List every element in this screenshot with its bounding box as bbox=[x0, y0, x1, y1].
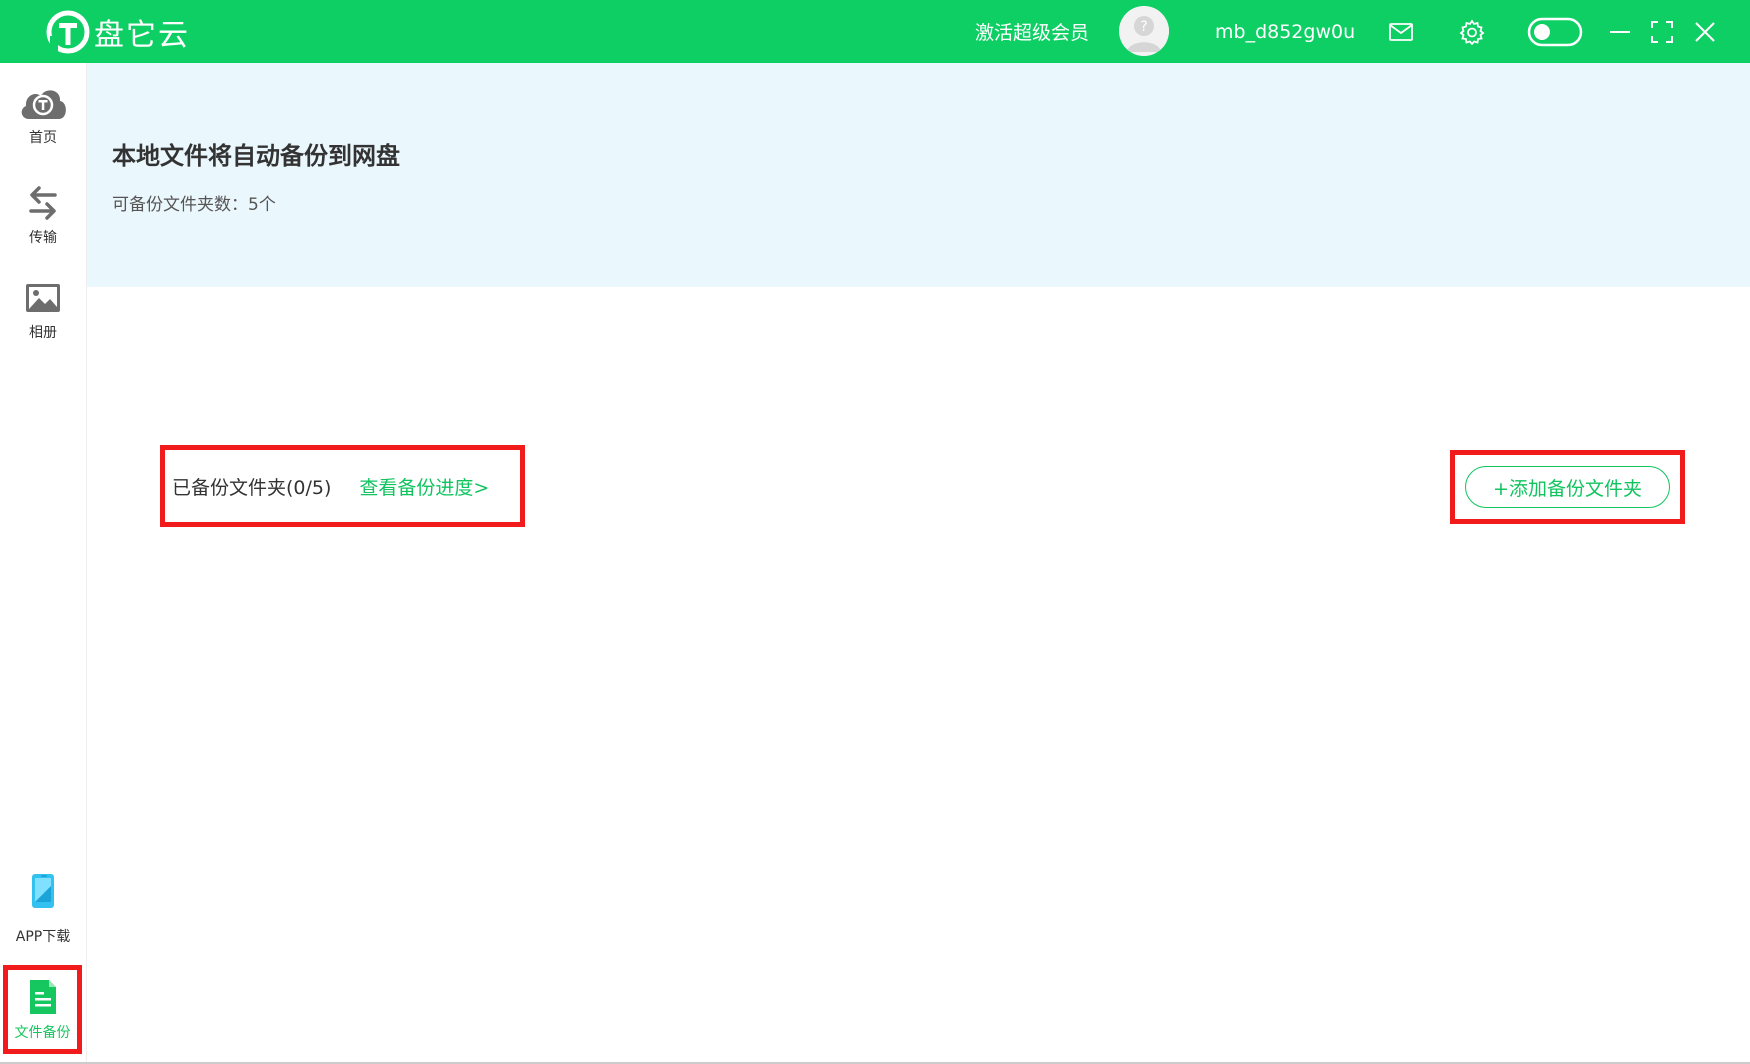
phone-icon bbox=[32, 874, 54, 908]
backup-status-row: 已备份文件夹(0/5) 查看备份进度> bbox=[160, 445, 525, 527]
username[interactable]: mb_d852gw0u bbox=[1215, 0, 1355, 63]
sidebar: 首页 传输 相册 APP下载 文件备份 bbox=[0, 63, 87, 1064]
sidebar-item-transfer[interactable]: 传输 bbox=[0, 183, 86, 247]
minimize-icon[interactable] bbox=[1600, 0, 1640, 63]
page-title: 本地文件将自动备份到网盘 bbox=[112, 142, 400, 170]
sidebar-item-label: 传输 bbox=[29, 230, 57, 246]
app-window: 盘它云 激活超级会员 ? mb_d852gw0u 首页 传输 相册 APP下载 … bbox=[0, 0, 1750, 1064]
sidebar-item-label: 文件备份 bbox=[14, 1024, 71, 1041]
toggle-switch[interactable] bbox=[1525, 0, 1585, 63]
sidebar-item-label: 相册 bbox=[29, 325, 57, 341]
backup-folder-quota: 可备份文件夹数：5个 bbox=[112, 195, 276, 215]
title-bar: 盘它云 激活超级会员 ? mb_d852gw0u bbox=[0, 0, 1750, 63]
sidebar-item-app-download[interactable]: APP下载 bbox=[0, 868, 86, 946]
activate-vip-link[interactable]: 激活超级会员 bbox=[975, 0, 1089, 63]
close-icon[interactable] bbox=[1685, 0, 1725, 63]
add-backup-folder-highlight: +添加备份文件夹 bbox=[1450, 450, 1685, 524]
sidebar-item-home[interactable]: 首页 bbox=[0, 83, 86, 147]
fullscreen-icon[interactable] bbox=[1642, 0, 1682, 63]
mail-icon[interactable] bbox=[1381, 0, 1421, 63]
gear-icon[interactable] bbox=[1452, 0, 1492, 63]
backup-banner: 本地文件将自动备份到网盘 可备份文件夹数：5个 bbox=[87, 63, 1750, 287]
sidebar-item-file-backup[interactable]: 文件备份 bbox=[3, 965, 82, 1054]
cloud-home-icon bbox=[21, 90, 66, 119]
image-icon bbox=[26, 284, 60, 312]
backed-up-folder-count: 已备份文件夹(0/5) bbox=[172, 476, 332, 499]
logo-icon bbox=[46, 10, 90, 54]
add-backup-folder-button[interactable]: +添加备份文件夹 bbox=[1465, 466, 1670, 508]
transfer-arrows-icon bbox=[29, 186, 57, 220]
avatar[interactable]: ? bbox=[1119, 6, 1169, 56]
app-logo: 盘它云 bbox=[46, 10, 190, 54]
app-name: 盘它云 bbox=[94, 18, 190, 53]
sidebar-item-label: 首页 bbox=[29, 130, 57, 146]
svg-text:?: ? bbox=[1140, 19, 1147, 35]
document-icon bbox=[29, 979, 56, 1014]
sidebar-item-album[interactable]: 相册 bbox=[0, 278, 86, 342]
sidebar-item-label: APP下载 bbox=[15, 929, 71, 945]
view-backup-progress-link[interactable]: 查看备份进度> bbox=[359, 473, 489, 500]
